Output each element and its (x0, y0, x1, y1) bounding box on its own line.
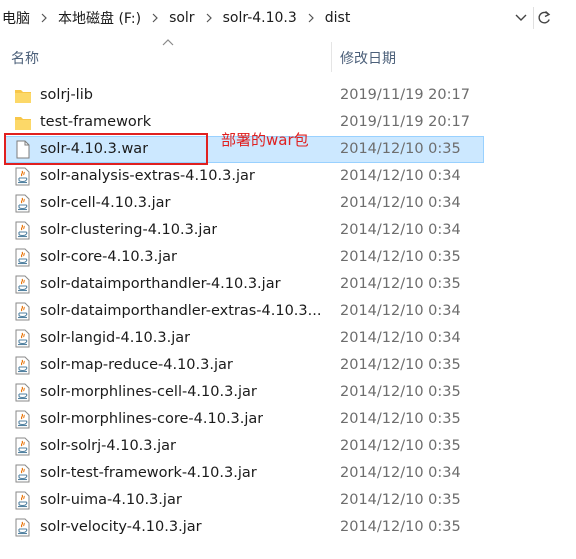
file-name: solr-test-framework-4.10.3.jar (40, 465, 257, 481)
java-jar-icon (14, 464, 32, 483)
chevron-right-icon[interactable] (197, 13, 221, 23)
file-date-modified: 2014/12/10 0:34 (340, 330, 461, 346)
file-row[interactable]: solr-map-reduce-4.10.3.jar 2014/12/10 0:3… (0, 352, 576, 379)
file-row[interactable]: solr-clustering-4.10.3.jar 2014/12/10 0:3… (0, 217, 576, 244)
file-date-modified: 2014/12/10 0:34 (340, 195, 461, 211)
file-date-modified: 2014/12/10 0:35 (340, 492, 461, 508)
file-row[interactable]: solr-dataimporthandler-extras-4.10.3... 2… (0, 298, 576, 325)
file-row[interactable]: solr-solrj-4.10.3.jar 2014/12/10 0:35 (0, 433, 576, 460)
file-name: solrj-lib (40, 87, 93, 103)
file-date-modified: 2014/12/10 0:35 (340, 249, 461, 265)
file-date-modified: 2014/12/10 0:35 (340, 411, 461, 427)
file-row[interactable]: solr-cell-4.10.3.jar 2014/12/10 0:34 (0, 190, 576, 217)
column-header-date-modified[interactable]: 修改日期 (340, 48, 396, 68)
file-date-modified: 2014/12/10 0:34 (340, 303, 461, 319)
file-name: solr-morphlines-core-4.10.3.jar (40, 411, 264, 427)
file-name: solr-dataimporthandler-extras-4.10.3... (40, 303, 322, 319)
file-date-modified: 2014/12/10 0:35 (340, 141, 461, 157)
file-name: solr-analysis-extras-4.10.3.jar (40, 168, 255, 184)
java-jar-icon (14, 275, 32, 294)
file-row[interactable]: solr-morphlines-cell-4.10.3.jar 2014/12/1… (0, 379, 576, 406)
breadcrumb-dist[interactable]: dist (323, 10, 353, 26)
file-row[interactable]: solr-velocity-4.10.3.jar 2014/12/10 0:35 (0, 514, 576, 541)
file-name: solr-map-reduce-4.10.3.jar (40, 357, 233, 373)
file-name: solr-morphlines-cell-4.10.3.jar (40, 384, 257, 400)
file-date-modified: 2014/12/10 0:35 (340, 519, 461, 535)
file-name: solr-cell-4.10.3.jar (40, 195, 171, 211)
java-jar-icon (14, 491, 32, 510)
file-row[interactable]: solr-analysis-extras-4.10.3.jar 2014/12/1… (0, 163, 576, 190)
file-row[interactable]: solr-uima-4.10.3.jar 2014/12/10 0:35 (0, 487, 576, 514)
breadcrumb: 电脑 本地磁盘 (F:) solr solr-4.10.3 dist (0, 5, 508, 31)
chevron-right-icon[interactable] (299, 13, 323, 23)
file-row[interactable]: solr-dataimporthandler-4.10.3.jar 2014/12… (0, 271, 576, 298)
file-date-modified: 2019/11/19 20:17 (340, 87, 470, 103)
file-name: solr-dataimporthandler-4.10.3.jar (40, 276, 281, 292)
file-date-modified: 2014/12/10 0:35 (340, 276, 461, 292)
address-bar[interactable]: 电脑 本地磁盘 (F:) solr solr-4.10.3 dist (0, 0, 576, 34)
file-date-modified: 2014/12/10 0:34 (340, 465, 461, 481)
folder-icon (14, 86, 32, 105)
file-date-modified: 2019/11/19 20:17 (340, 114, 470, 130)
folder-icon (14, 113, 32, 132)
file-date-modified: 2014/12/10 0:35 (340, 357, 461, 373)
refresh-icon[interactable] (533, 7, 553, 29)
java-jar-icon (14, 221, 32, 240)
file-name: solr-langid-4.10.3.jar (40, 330, 191, 346)
java-jar-icon (14, 302, 32, 321)
java-jar-icon (14, 356, 32, 375)
file-row[interactable]: solr-morphlines-core-4.10.3.jar 2014/12/1… (0, 406, 576, 433)
file-row[interactable]: solr-test-framework-4.10.3.jar 2014/12/10… (0, 460, 576, 487)
breadcrumb-this-pc[interactable]: 电脑 (0, 8, 32, 28)
java-jar-icon (14, 329, 32, 348)
file-name: solr-core-4.10.3.jar (40, 249, 177, 265)
chevron-right-icon[interactable] (143, 13, 167, 23)
column-header (0, 40, 576, 74)
java-jar-icon (14, 410, 32, 429)
java-jar-icon (14, 437, 32, 456)
java-jar-icon (14, 248, 32, 267)
java-jar-icon (14, 518, 32, 537)
breadcrumb-solr[interactable]: solr (167, 10, 197, 26)
file-name: solr-solrj-4.10.3.jar (40, 438, 177, 454)
sort-ascending-icon[interactable] (162, 38, 174, 46)
file-name: solr-uima-4.10.3.jar (40, 492, 182, 508)
file-row[interactable]: solr-langid-4.10.3.jar 2014/12/10 0:34 (0, 325, 576, 352)
column-header-name[interactable]: 名称 (11, 48, 39, 68)
chevron-right-icon[interactable] (32, 13, 56, 23)
java-jar-icon (14, 194, 32, 213)
file-date-modified: 2014/12/10 0:34 (340, 222, 461, 238)
file-date-modified: 2014/12/10 0:35 (340, 438, 461, 454)
annotation-highlight-box (4, 133, 208, 165)
file-row[interactable]: solr-core-4.10.3.jar 2014/12/10 0:35 (0, 244, 576, 271)
file-date-modified: 2014/12/10 0:34 (340, 168, 461, 184)
file-name: solr-clustering-4.10.3.jar (40, 222, 218, 238)
java-jar-icon (14, 167, 32, 186)
file-name: solr-velocity-4.10.3.jar (40, 519, 202, 535)
file-name: test-framework (40, 114, 152, 130)
chevron-down-icon[interactable] (512, 10, 530, 26)
annotation-label: 部署的war包 (221, 131, 309, 149)
breadcrumb-drive-f[interactable]: 本地磁盘 (F:) (56, 8, 143, 28)
file-date-modified: 2014/12/10 0:35 (340, 384, 461, 400)
breadcrumb-solr-version[interactable]: solr-4.10.3 (221, 10, 299, 26)
column-divider[interactable] (331, 42, 332, 72)
file-row[interactable]: solrj-lib 2019/11/19 20:17 (0, 82, 576, 109)
java-jar-icon (14, 383, 32, 402)
